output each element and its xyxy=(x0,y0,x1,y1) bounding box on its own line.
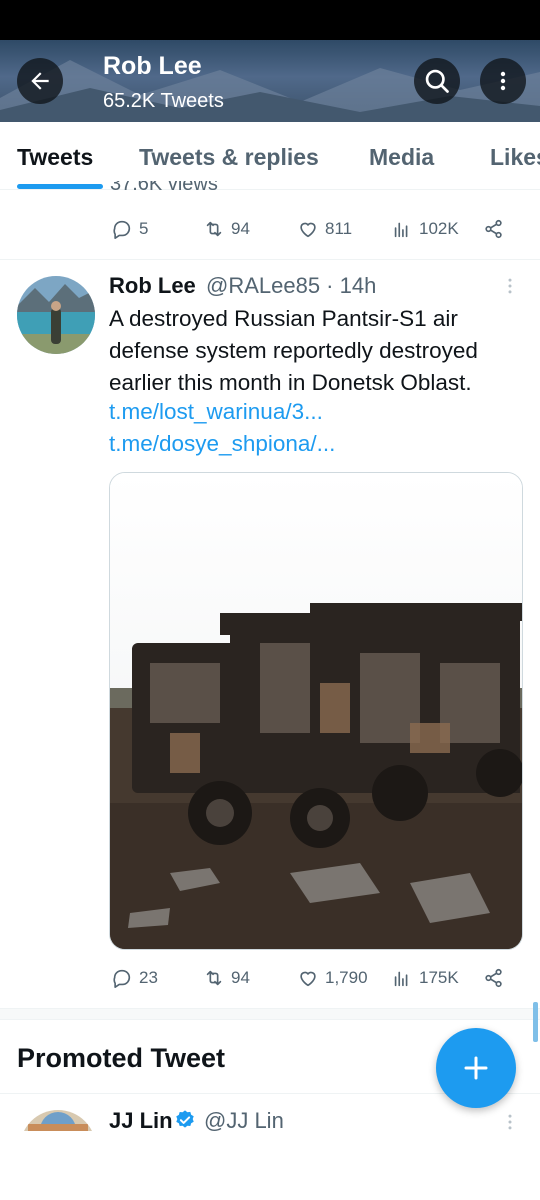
promoted-more-icon[interactable] xyxy=(500,1112,520,1131)
tweet-author-name[interactable]: Rob Lee xyxy=(109,273,196,299)
previous-tweet-views: 37.6K views xyxy=(110,181,218,191)
reply-button[interactable]: 5 xyxy=(111,211,148,247)
views-button[interactable]: 102K xyxy=(391,211,459,247)
like-count: 811 xyxy=(325,219,353,238)
views-bar-chart-icon xyxy=(394,222,408,238)
retweet-count: 94 xyxy=(231,968,250,987)
tweet-link-2[interactable]: t.me/dosye_shpiona/... xyxy=(109,431,335,457)
promoted-handle: @JJ Lin xyxy=(204,1108,284,1131)
status-bar xyxy=(0,0,540,40)
more-options-button[interactable] xyxy=(480,58,526,104)
promoted-tweet-heading: Promoted Tweet xyxy=(17,1043,226,1073)
retweet-icon xyxy=(206,970,222,986)
share-button[interactable] xyxy=(483,211,505,247)
views-bar-chart-icon xyxy=(394,971,408,987)
back-button[interactable] xyxy=(17,58,63,104)
arrow-left-icon xyxy=(31,72,49,90)
avatar[interactable] xyxy=(17,276,95,354)
tab-likes[interactable]: Likes xyxy=(490,144,540,171)
search-icon xyxy=(425,69,449,93)
share-icon xyxy=(485,968,502,988)
reply-count: 23 xyxy=(139,968,158,987)
views-count: 175K xyxy=(419,968,459,987)
section-separator xyxy=(0,1008,540,1020)
tweet-count: 65.2K Tweets xyxy=(103,90,224,112)
tweet-link-1[interactable]: t.me/lost_warinua/3... xyxy=(109,399,323,425)
like-count: 1,790 xyxy=(325,968,368,987)
destroyed-vehicle-photo xyxy=(110,473,522,949)
share-button[interactable] xyxy=(483,960,505,996)
reply-icon xyxy=(113,220,131,239)
retweet-count: 94 xyxy=(231,219,250,238)
search-button[interactable] xyxy=(414,58,460,104)
tab-media[interactable]: Media xyxy=(369,144,434,171)
plus-icon xyxy=(464,1056,488,1080)
like-button[interactable]: 811 xyxy=(297,211,352,247)
avatar-photo xyxy=(17,276,95,354)
retweet-icon xyxy=(206,221,222,237)
heart-icon xyxy=(300,222,316,238)
compose-tweet-button[interactable] xyxy=(436,1028,516,1108)
scrollbar-thumb[interactable] xyxy=(533,1002,538,1042)
profile-header: Rob Lee 65.2K Tweets xyxy=(0,40,540,122)
share-icon xyxy=(485,219,502,239)
heart-icon xyxy=(300,971,316,987)
promoted-avatar[interactable] xyxy=(20,1110,96,1131)
like-button[interactable]: 1,790 xyxy=(297,960,368,996)
retweet-button[interactable]: 94 xyxy=(203,211,250,247)
promoted-author-name[interactable]: JJ Lin xyxy=(109,1108,173,1131)
tab-tweets[interactable]: Tweets xyxy=(17,144,93,171)
tweet-divider xyxy=(0,259,540,260)
active-tab-indicator xyxy=(17,184,103,189)
reply-button[interactable]: 23 xyxy=(111,960,158,996)
header-title: Rob Lee xyxy=(103,52,202,80)
reply-count: 5 xyxy=(139,219,149,238)
tweet-text: A destroyed Russian Pantsir-S1 air defen… xyxy=(109,306,478,395)
tab-tweets-replies[interactable]: Tweets & replies xyxy=(139,144,319,171)
views-button[interactable]: 175K xyxy=(391,960,459,996)
promoted-avatar-image xyxy=(20,1110,96,1131)
tweet-more-icon[interactable] xyxy=(500,276,520,296)
retweet-button[interactable]: 94 xyxy=(203,960,250,996)
previous-tweet-actions: 5 94 811 102K xyxy=(0,211,540,247)
verified-badge-icon xyxy=(176,1110,194,1128)
tweet-media-image[interactable] xyxy=(109,472,523,950)
tweet-actions: 23 94 1,790 175K xyxy=(0,960,540,996)
more-vertical-icon xyxy=(500,71,506,91)
profile-tabs: Tweets Tweets & replies Media Likes xyxy=(0,122,540,190)
views-count: 102K xyxy=(419,219,459,238)
tweet-handle-time: @RALee85 · 14h xyxy=(206,273,377,298)
reply-icon xyxy=(113,969,131,988)
